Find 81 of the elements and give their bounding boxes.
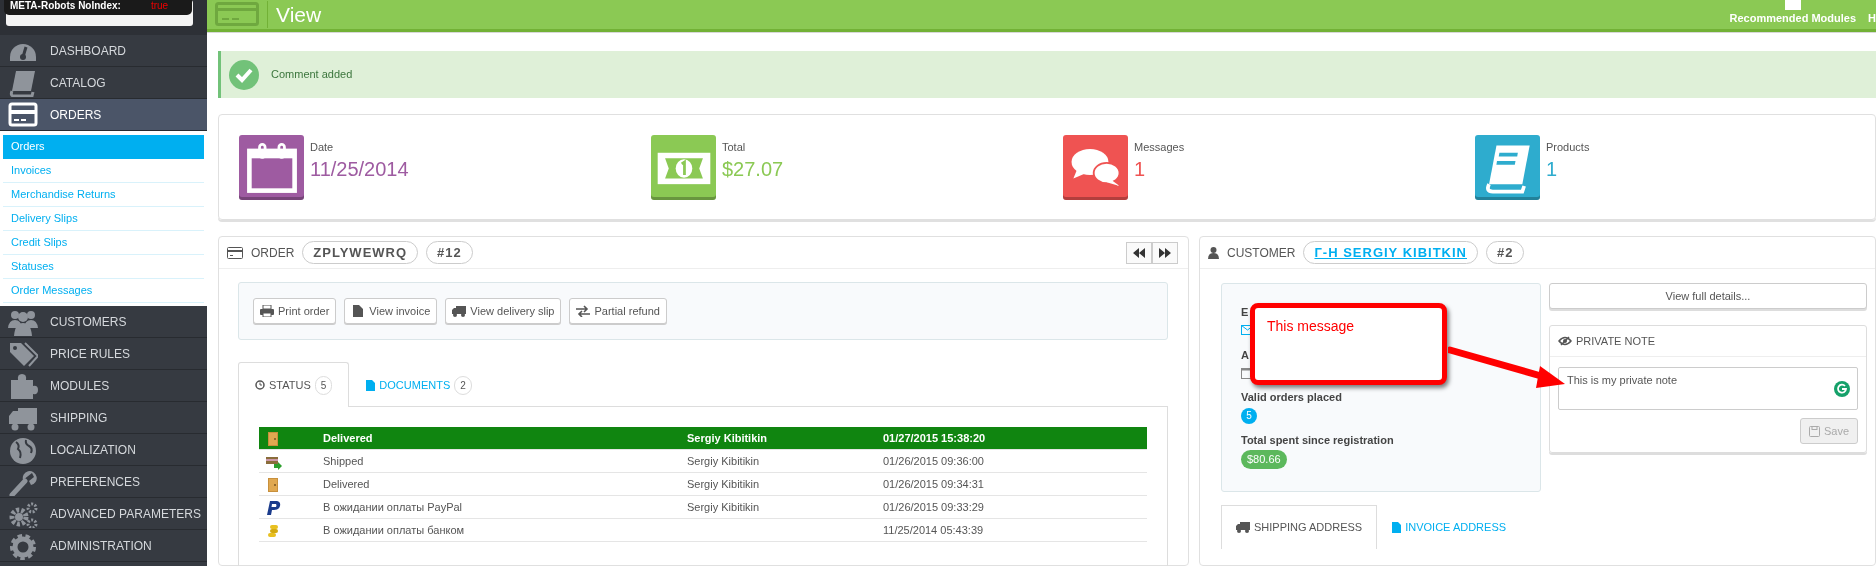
sidebar-item[interactable]: ADVANCED PARAMETERS [0,498,207,530]
floppy-icon [1808,425,1820,437]
action-button[interactable]: View delivery slip [445,298,562,324]
tooltip-value: true [150,0,169,13]
panel-title: PRIVATE NOTE [1576,333,1656,349]
card-icon [227,246,243,259]
panel-title: CUSTOMER [1227,244,1296,262]
field-label: E [1241,305,1250,320]
sidebar-item[interactable]: LOCALIZATION [0,434,207,466]
status-cell-text: В ожидании оплаты банком [322,522,466,538]
date-cell-text: 01/26/2015 09:33:29 [882,499,985,515]
date-cell-text: 01/26/2015 09:34:31 [882,476,985,492]
count-badge: 5 [1241,407,1257,424]
field-label: A [1241,347,1250,363]
tab[interactable]: STATUS 5 [238,362,350,407]
callout-box: This message [1250,303,1447,385]
kpi-label: Total [722,140,747,155]
document-icon [366,379,376,391]
tab[interactable]: DOCUMENTS 2 [349,362,489,407]
status-cell-text: В ожидании оплаты PayPal [322,499,464,515]
truck-icon [452,305,467,317]
truck-icon [1236,522,1250,533]
action-button[interactable]: View invoice [344,298,438,324]
previous-button[interactable] [1126,241,1152,264]
kpi-label: Products [1546,140,1590,155]
employee-cell-text: Sergiy Kibitikin [686,499,761,515]
document-icon [1392,522,1402,533]
status-cell-text: Delivered [322,430,374,446]
date-cell-text: 01/27/2015 15:38:20 [882,430,987,446]
sidebar-item[interactable]: PREFERENCES [0,466,207,498]
tooltip-label: META-Robots NoIndex: [10,0,121,13]
kpi-value: 11/25/2014 [310,156,409,182]
check-icon [229,59,259,90]
status-cell-text: Delivered [322,476,371,492]
employee-cell-text: Sergiy Kibitikin [686,476,761,492]
action-button[interactable]: Print order [253,298,337,324]
next-button[interactable] [1152,241,1178,264]
tag-icon [8,339,38,368]
globe-icon [8,435,38,464]
puzzle-icon [8,371,38,400]
status-cell-text: Shipped [322,453,365,469]
fast-forward-icon [1159,247,1171,258]
view-details-button[interactable]: View full details... [1549,283,1867,309]
clock-icon [255,380,265,390]
gear-icon [8,531,38,560]
employee-cell-text: Sergiy Kibitikin [686,453,761,469]
private-note-field[interactable]: This is my private note [1558,367,1858,410]
kpi-value: $27.07 [722,156,784,182]
amount-badge: $80.66 [1241,450,1287,469]
field-label: Total spent since registration [1241,432,1395,448]
panel-title: ORDER [251,244,295,262]
sidebar-item[interactable]: SHIPPING [0,402,207,434]
employee-cell-text: Sergiy Kibitikin [686,430,769,446]
sidebar-item[interactable]: CUSTOMERS [0,306,207,338]
field-label: Valid orders placed [1241,390,1343,405]
printer-icon [260,305,274,317]
book-icon [8,68,38,97]
grammar-badge-icon [1834,381,1850,397]
payment-icon [265,499,282,516]
kpi-label: Date [310,140,335,155]
card-icon [8,100,38,129]
alert-message: Comment added [271,67,353,83]
sidebar-item[interactable]: PRICE RULES [0,338,207,370]
action-button[interactable]: Partial refund [569,298,667,324]
eye-slash-icon [1558,336,1572,346]
person-icon [1208,246,1219,259]
sidebar-item[interactable]: ORDERS [0,99,207,131]
page-title: View [267,0,322,28]
swap-arrows-icon [576,305,591,317]
sidebar-item[interactable]: MODULES [0,370,207,402]
sidebar-item[interactable]: ADMINISTRATION [0,530,207,562]
sidebar-item[interactable]: DASHBOARD [0,35,207,67]
date-cell-text: 01/26/2015 09:36:00 [882,453,985,469]
kpi-value: 1 [1546,156,1559,182]
kpi-value: 1 [1134,156,1147,182]
tab[interactable]: SHIPPING ADDRESS [1221,505,1378,549]
document-icon [351,305,366,317]
date-cell-text: 11/25/2014 05:43:39 [882,522,985,538]
callout-arrow-icon [1448,344,1566,390]
kpi-label: Messages [1134,140,1185,155]
rewind-icon [1133,247,1145,258]
